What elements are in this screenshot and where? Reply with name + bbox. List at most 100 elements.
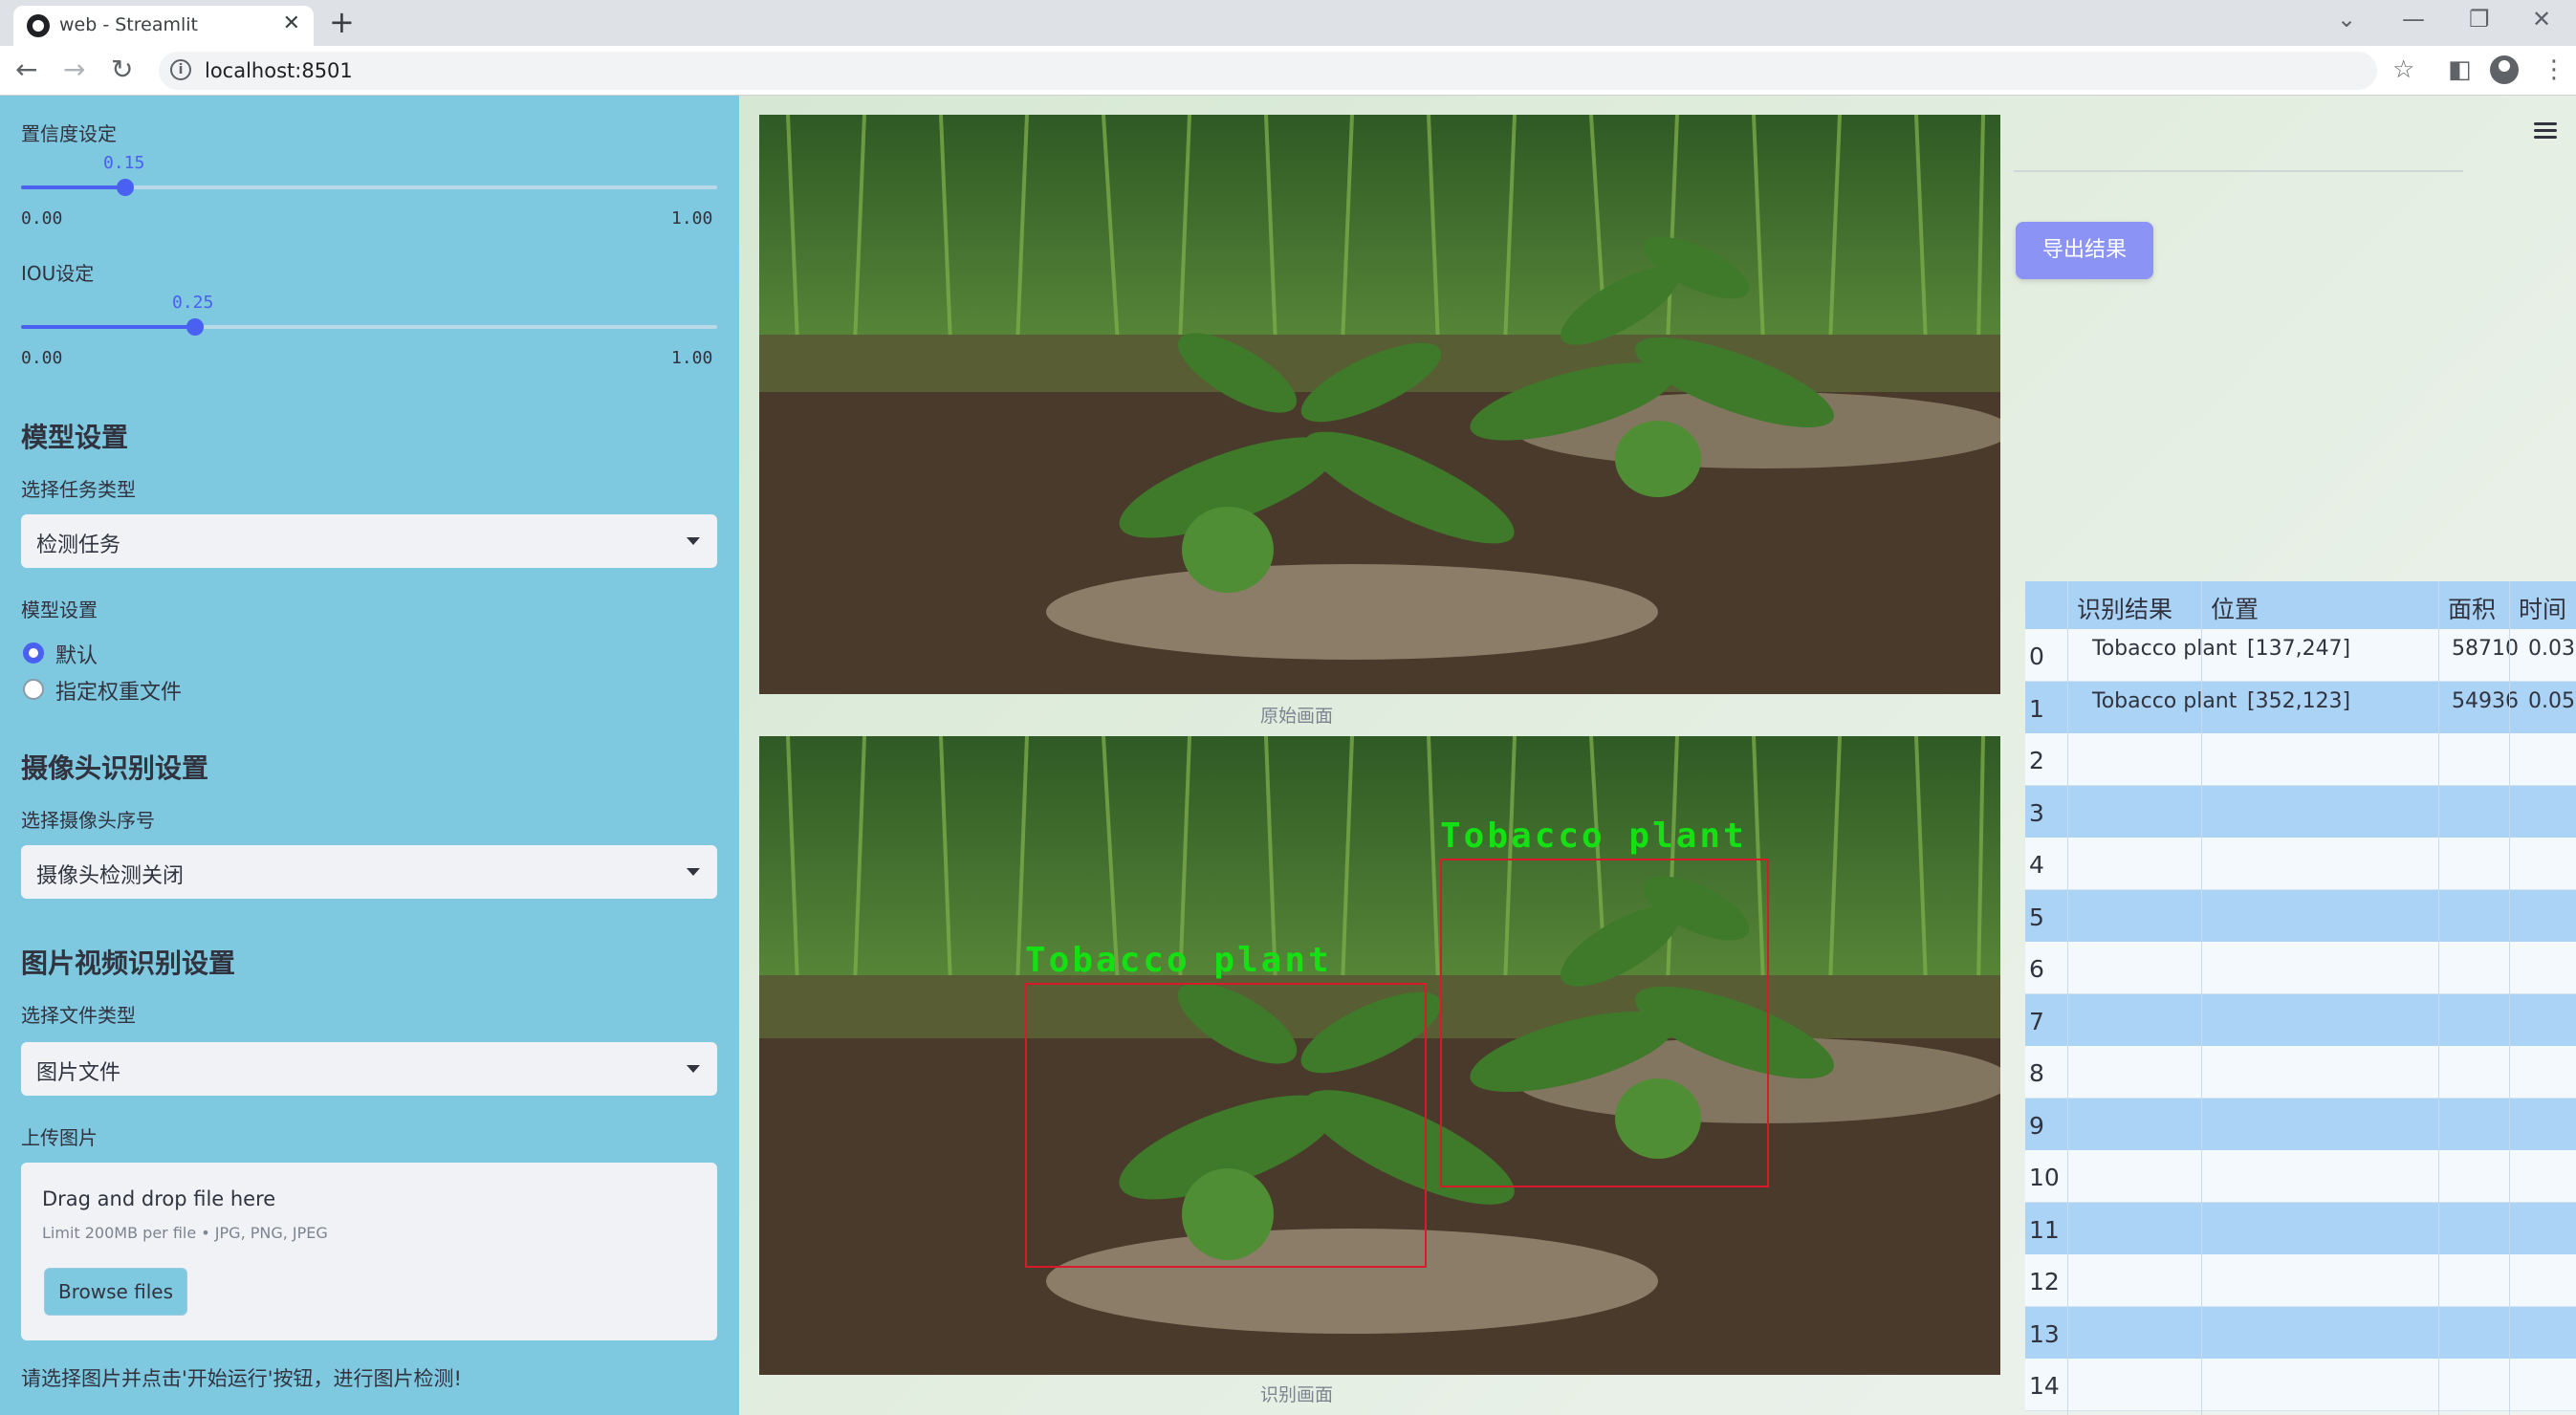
table-row[interactable]: 5 xyxy=(2025,889,2576,943)
table-row[interactable]: 11 xyxy=(2025,1202,2576,1255)
row-index: 4 xyxy=(2029,851,2044,879)
tab-search-chevron-icon[interactable]: ⌄ xyxy=(2337,6,2356,33)
browser-tab[interactable]: web - Streamlit ✕ xyxy=(13,6,314,46)
row-index: 13 xyxy=(2029,1319,2060,1348)
browser-chrome: web - Streamlit ✕ + ⌄ — ❐ ✕ ← → ↻ i loca… xyxy=(0,0,2576,96)
camera-value: 摄像头检测关闭 xyxy=(36,864,185,888)
table-row[interactable]: 9 xyxy=(2025,1098,2576,1151)
restore-icon[interactable]: ❐ xyxy=(2469,6,2490,33)
streamlit-favicon-icon xyxy=(27,14,50,37)
reload-icon[interactable]: ↻ xyxy=(111,54,133,85)
header-position[interactable]: 位置 xyxy=(2211,591,2259,625)
header-result[interactable]: 识别结果 xyxy=(2077,591,2172,625)
row-index: 5 xyxy=(2029,903,2044,931)
file-type-value: 图片文件 xyxy=(36,1061,121,1085)
close-window-icon[interactable]: ✕ xyxy=(2532,6,2551,33)
chevron-down-icon xyxy=(687,537,700,545)
file-type-select[interactable]: 图片文件 xyxy=(21,1042,717,1096)
row-index: 9 xyxy=(2029,1111,2044,1140)
header-time[interactable]: 时间 xyxy=(2519,591,2566,625)
cell-time: 0.05 xyxy=(2528,688,2575,713)
file-type-label: 选择文件类型 xyxy=(21,1004,136,1027)
chevron-down-icon xyxy=(687,868,700,876)
table-row[interactable]: 7 xyxy=(2025,993,2576,1047)
table-row[interactable]: 1 Tobacco plant [352,123] 54936 0.05 xyxy=(2025,681,2576,734)
divider xyxy=(2014,170,2463,172)
task-type-label: 选择任务类型 xyxy=(21,478,136,501)
row-index: 0 xyxy=(2029,642,2044,670)
iou-slider-fill xyxy=(21,325,195,329)
row-index: 12 xyxy=(2029,1268,2060,1295)
confidence-value: 0.15 xyxy=(103,153,145,173)
cell-time: 0.03 xyxy=(2528,637,2575,661)
iou-slider[interactable] xyxy=(21,318,717,336)
table-row[interactable]: 10 xyxy=(2025,1150,2576,1203)
detection-box-0 xyxy=(1025,983,1427,1268)
table-row[interactable]: 6 xyxy=(2025,942,2576,994)
file-dropzone[interactable]: Drag and drop file here Limit 200MB per … xyxy=(21,1163,717,1340)
table-row[interactable]: 0 Tobacco plant [137,247] 58710 0.03 xyxy=(2025,629,2576,682)
media-settings-heading: 图片视频识别设置 xyxy=(21,947,236,979)
browse-files-button[interactable]: Browse files xyxy=(44,1268,187,1316)
task-type-select[interactable]: 检测任务 xyxy=(21,514,717,568)
row-index: 1 xyxy=(2029,694,2044,723)
row-index: 11 xyxy=(2029,1215,2060,1244)
address-bar[interactable]: i localhost:8501 xyxy=(159,52,2377,90)
row-index: 3 xyxy=(2029,798,2044,827)
new-tab-icon[interactable]: + xyxy=(329,4,355,40)
table-row[interactable]: 3 xyxy=(2025,785,2576,838)
upload-label: 上传图片 xyxy=(21,1126,98,1149)
result-image: Tobacco plant Tobacco plant xyxy=(759,736,2000,1375)
table-row[interactable]: 8 xyxy=(2025,1046,2576,1099)
column-divider xyxy=(2201,581,2202,1415)
original-image xyxy=(759,115,2000,694)
row-index: 14 xyxy=(2029,1372,2060,1400)
table-row[interactable]: 2 xyxy=(2025,733,2576,786)
result-caption: 识别画面 xyxy=(1260,1384,1334,1405)
table-row[interactable]: 12 xyxy=(2025,1254,2576,1307)
row-index: 2 xyxy=(2029,747,2044,774)
radio-custom-weights-label: 指定权重文件 xyxy=(55,681,183,705)
camera-index-label: 选择摄像头序号 xyxy=(21,809,155,832)
row-index: 7 xyxy=(2029,1007,2044,1035)
iou-value: 0.25 xyxy=(172,293,214,313)
header-area[interactable]: 面积 xyxy=(2448,591,2496,625)
dropzone-limit: Limit 200MB per file • JPG, PNG, JPEG xyxy=(42,1224,328,1242)
table-row[interactable]: 14 xyxy=(2025,1359,2576,1411)
side-panel-icon[interactable]: ◧ xyxy=(2448,55,2472,84)
minimize-icon[interactable]: — xyxy=(2402,6,2425,33)
table-row[interactable]: 13 xyxy=(2025,1306,2576,1360)
camera-select[interactable]: 摄像头检测关闭 xyxy=(21,845,717,899)
table-header: 识别结果 位置 面积 时间 xyxy=(2025,581,2576,629)
browser-menu-icon[interactable]: ⋮ xyxy=(2542,55,2566,84)
cell-position: [137,247] xyxy=(2247,637,2351,661)
browser-toolbar: ← → ↻ i localhost:8501 ☆ ◧ ⋮ xyxy=(0,46,2576,96)
cell-position: [352,123] xyxy=(2247,688,2351,713)
confidence-max: 1.00 xyxy=(671,208,713,229)
close-tab-icon[interactable]: ✕ xyxy=(283,11,300,35)
iou-slider-thumb[interactable] xyxy=(186,318,204,336)
radio-default[interactable] xyxy=(23,642,44,664)
row-index: 8 xyxy=(2029,1059,2044,1087)
profile-avatar-icon[interactable] xyxy=(2490,55,2519,84)
instruction-note: 请选择图片并点击'开始运行'按钮，进行图片检测! xyxy=(21,1367,462,1390)
model-settings-label: 模型设置 xyxy=(21,599,98,621)
dropzone-title: Drag and drop file here xyxy=(42,1187,276,1210)
hamburger-menu-icon[interactable] xyxy=(2534,122,2557,140)
export-results-button[interactable]: 导出结果 xyxy=(2016,222,2153,279)
table-row[interactable]: 4 xyxy=(2025,838,2576,890)
forward-icon[interactable]: → xyxy=(63,54,85,85)
detection-label-0: Tobacco plant xyxy=(1025,941,1332,980)
confidence-slider[interactable] xyxy=(21,179,717,196)
row-index: 10 xyxy=(2029,1164,2060,1191)
confidence-slider-thumb[interactable] xyxy=(117,179,135,196)
cell-result: Tobacco plant xyxy=(2092,637,2238,661)
radio-default-label: 默认 xyxy=(55,644,98,668)
radio-custom-weights[interactable] xyxy=(23,679,44,700)
camera-settings-heading: 摄像头识别设置 xyxy=(21,752,209,784)
bookmark-star-icon[interactable]: ☆ xyxy=(2392,55,2414,84)
site-info-icon[interactable]: i xyxy=(170,59,191,80)
task-type-value: 检测任务 xyxy=(36,533,121,557)
cell-result: Tobacco plant xyxy=(2092,688,2238,713)
back-icon[interactable]: ← xyxy=(15,54,37,85)
